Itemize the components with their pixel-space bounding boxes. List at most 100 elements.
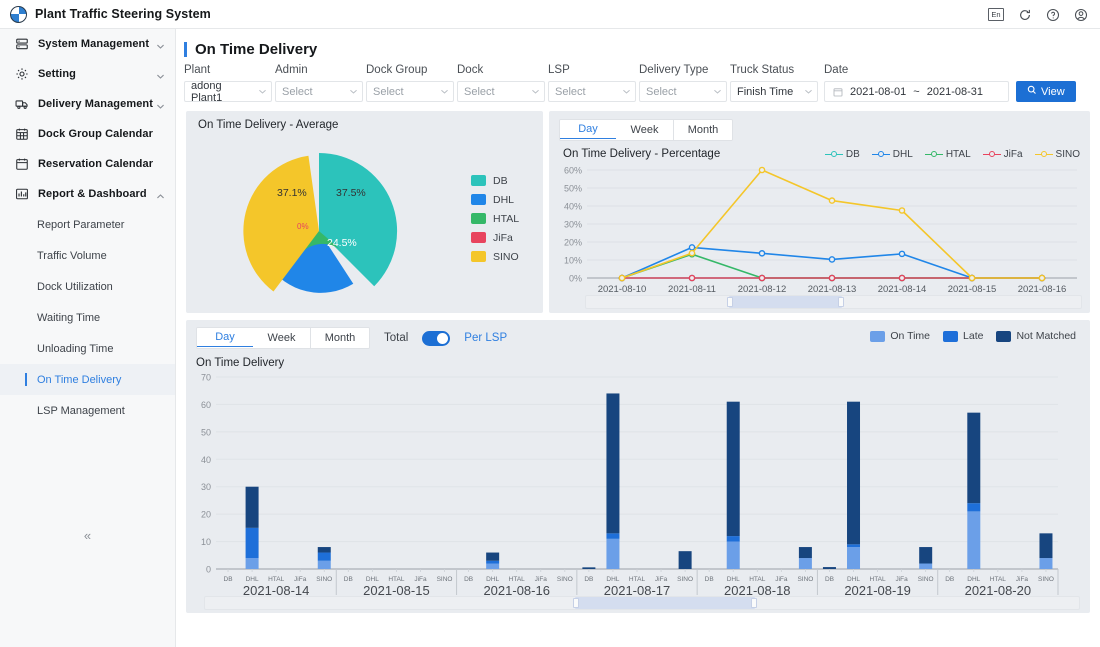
legend-item-jifa[interactable]: JiFa [982,149,1023,160]
sidebar-collapse-button[interactable]: « [0,521,175,549]
svg-text:DHL: DHL [967,576,980,583]
tab-day[interactable]: Day [560,120,617,139]
svg-text:SINO: SINO [557,576,573,583]
svg-text:HTAL: HTAL [629,576,646,583]
tab-week[interactable]: Week [616,120,674,140]
svg-text:DB: DB [705,576,714,583]
sidebar-item-system-management[interactable]: System Management [0,29,175,59]
filter-label: Dock [457,64,484,76]
tab-month[interactable]: Month [674,120,732,140]
svg-text:HTAL: HTAL [268,576,285,583]
dock-select[interactable]: Select [457,81,545,102]
svg-text:DHL: DHL [246,576,259,583]
legend-item-sino[interactable]: SINO [1034,149,1080,160]
filter-truck-status: Truck Status Finish Time [730,64,818,102]
bmw-logo [10,5,27,23]
sidebar-item-traffic-volume[interactable]: Traffic Volume [0,240,175,271]
toggle-label-total: Total [384,332,409,344]
truck-status-select[interactable]: Finish Time [730,81,818,102]
date-range-picker[interactable]: 2021-08-01 ~ 2021-08-31 [824,81,1009,102]
lsp-select[interactable]: Select [548,81,636,102]
line-chart-svg: 0% 10% 20% 30% 40% 50% 60% 2021-08-10 2021-08-11… [564,166,1077,295]
sidebar-item-report-parameter[interactable]: Report Parameter [0,209,175,240]
legend-item-htal[interactable]: HTAL [471,209,519,228]
legend-item-jifa[interactable]: JiFa [471,228,519,247]
sidebar-sub-label: Dock Utilization [37,280,113,293]
language-icon[interactable]: En [988,8,1004,21]
line-chart-scrollbar[interactable] [585,295,1082,309]
svg-text:JiFa: JiFa [294,576,307,583]
calendar-icon [14,157,29,171]
sidebar-item-dock-utilization[interactable]: Dock Utilization [0,271,175,302]
filter-dock-group: Dock Group Select [366,64,454,102]
legend-item-not-matched[interactable]: Not Matched [996,330,1076,342]
tab-day[interactable]: Day [197,328,254,347]
sidebar-item-setting[interactable]: Setting [0,59,175,89]
svg-text:50: 50 [201,427,211,437]
svg-text:DB: DB [464,576,473,583]
admin-select[interactable]: Select [275,81,363,102]
dock-group-select[interactable]: Select [366,81,454,102]
sidebar-sub-label: LSP Management [37,404,125,417]
on-time-delivery-average-chart: 37.5% 37.1% 24.5% 0% DB DHL HTAL JiFa SI… [186,131,543,301]
svg-text:30%: 30% [564,220,582,230]
line-chart-legend: DB DHL HTAL JiFa SINO [824,148,1080,160]
svg-text:2021-08-12: 2021-08-12 [738,284,787,295]
sidebar-item-delivery-management[interactable]: Delivery Management [0,89,175,119]
svg-text:DHL: DHL [847,576,860,583]
svg-text:0: 0 [206,565,211,575]
sidebar-item-label: System Management [38,38,150,50]
sidebar-item-reservation-calendar[interactable]: Reservation Calendar [0,149,175,179]
legend-item-dhl[interactable]: DHL [471,190,519,209]
svg-text:JiFa: JiFa [414,576,427,583]
legend-item-sino[interactable]: SINO [471,247,519,266]
sidebar-sub-label: Waiting Time [37,311,101,324]
legend-item-db[interactable]: DB [471,171,519,190]
tab-week[interactable]: Week [253,328,311,348]
legend-item-db[interactable]: DB [824,149,860,160]
plant-select[interactable]: adong Plant1 [184,80,272,104]
legend-marker [871,150,890,159]
legend-label: DHL [892,148,913,160]
bar-chart-scrollbar[interactable] [204,596,1080,610]
toggle-label-per-lsp: Per LSP [464,332,508,344]
sidebar-item-dock-group-calendar[interactable]: Dock Group Calendar [0,119,175,149]
chevron-down-icon [156,70,165,79]
sidebar-sub-label: Traffic Volume [37,249,107,262]
sidebar-item-on-time-delivery[interactable]: On Time Delivery [0,364,175,395]
bar-chart-icon [14,187,29,201]
scrollbar-thumb[interactable] [573,597,757,609]
view-button[interactable]: View [1016,81,1076,102]
calendar-grid-icon [14,127,29,141]
legend-swatch [471,175,486,186]
sidebar-item-waiting-time[interactable]: Waiting Time [0,302,175,333]
delivery-type-select[interactable]: Select [639,81,727,102]
svg-text:2021-08-14: 2021-08-14 [878,284,927,295]
svg-text:DHL: DHL [486,576,499,583]
sidebar-item-lsp-management[interactable]: LSP Management [0,395,175,426]
legend-item-on-time[interactable]: On Time [870,330,930,342]
legend-swatch [471,251,486,262]
legend-item-dhl[interactable]: DHL [871,148,913,160]
scrollbar-thumb[interactable] [727,296,844,308]
filter-date: Date 2021-08-01 ~ 2021-08-31 [824,64,1009,102]
user-account-icon[interactable] [1073,7,1088,22]
rose-label-sino: 37.1% [277,187,307,199]
legend-swatch [996,330,1012,342]
sidebar-item-report-dashboard[interactable]: Report & Dashboard [0,179,175,209]
sidebar-item-label: Setting [38,68,76,80]
chevron-down-icon [531,87,540,96]
tab-month[interactable]: Month [311,328,369,348]
legend-item-htal[interactable]: HTAL [924,149,971,160]
header-actions: En [988,0,1088,29]
sidebar-item-unloading-time[interactable]: Unloading Time [0,333,175,364]
refresh-icon[interactable] [1017,7,1032,22]
server-icon [14,37,29,51]
legend-item-late[interactable]: Late [943,330,983,342]
filter-label: Admin [275,64,308,76]
total-per-lsp-toggle[interactable] [422,330,451,346]
legend-marker [1034,150,1053,159]
svg-text:DB: DB [825,576,834,583]
help-icon[interactable] [1045,7,1060,22]
page-header: On Time Delivery [176,34,1100,64]
